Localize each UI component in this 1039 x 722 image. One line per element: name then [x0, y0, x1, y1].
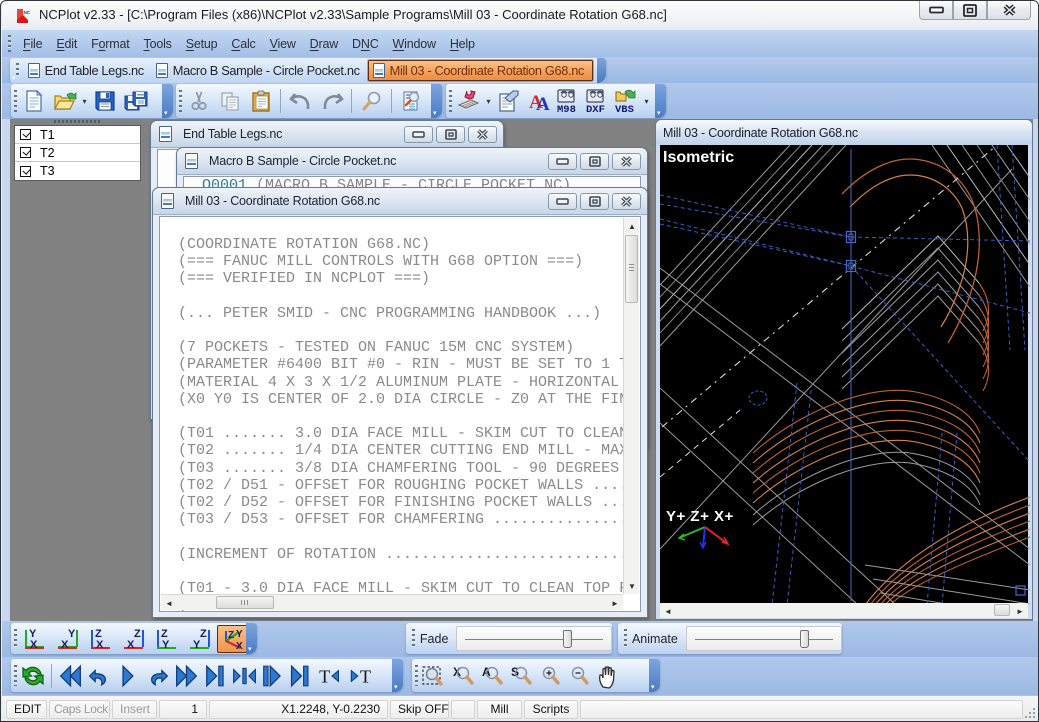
svg-text:X: X — [236, 641, 243, 651]
svg-text:Z: Z — [200, 628, 207, 640]
svg-text:Y+ Z+ X+: Y+ Z+ X+ — [666, 508, 734, 525]
svg-text:Y: Y — [162, 639, 170, 651]
svg-text:Isometric: Isometric — [663, 149, 734, 166]
svg-text:X: X — [127, 639, 135, 651]
svg-text:Z: Z — [134, 628, 141, 640]
svg-text:M98: M98 — [557, 104, 576, 114]
svg-text:Z: Z — [228, 630, 234, 641]
svg-text:T: T — [319, 666, 330, 686]
svg-text:T: T — [359, 666, 370, 686]
svg-text:X: X — [30, 639, 38, 651]
svg-text:VBS: VBS — [615, 104, 634, 114]
svg-text:Y: Y — [68, 628, 76, 640]
svg-text:X: X — [96, 639, 104, 651]
svg-text:Y: Y — [193, 639, 201, 651]
svg-text:DXF: DXF — [586, 104, 605, 114]
svg-text:NC: NC — [24, 10, 31, 15]
svg-text:X: X — [61, 639, 69, 651]
svg-text:A: A — [536, 94, 550, 113]
svg-text:Y: Y — [236, 629, 243, 640]
